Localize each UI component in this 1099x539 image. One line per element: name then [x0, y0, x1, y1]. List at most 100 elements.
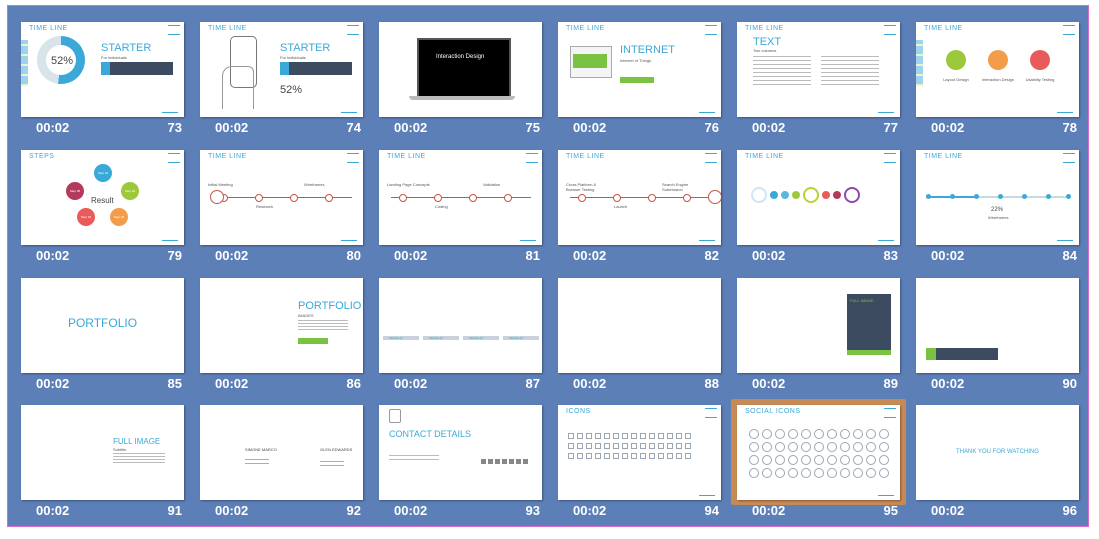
slide-thumbnail-88[interactable]: 00:02 88: [558, 278, 721, 394]
social-icon: [775, 429, 785, 439]
slide-thumbnail-96[interactable]: THANK YOU FOR WATCHING 00:02 96: [916, 405, 1079, 521]
slide-thumbnail-95[interactable]: SOCIAL ICONS 00:02 95: [731, 399, 906, 521]
slide-thumbnail-86[interactable]: PORTFOLIO IMAGES 00:02 86: [200, 278, 363, 394]
slide-header: TIME LINE: [566, 153, 605, 160]
social-square: [495, 459, 500, 464]
icon-glyph: [649, 443, 655, 449]
footer-line: [162, 112, 178, 113]
timeline-label: Initial Meeting: [208, 182, 233, 187]
icon-glyph: [577, 443, 583, 449]
progress-node: [998, 194, 1003, 199]
slide-canvas[interactable]: PORTFOLIO: [21, 278, 184, 373]
social-icon: [749, 429, 759, 439]
slide-canvas[interactable]: TIME LINE INTERNET Internet of Things: [558, 22, 721, 117]
color-strip: [21, 40, 28, 86]
slide-canvas[interactable]: FULL IMAGE Subtitle: [21, 405, 184, 500]
slide-thumbnail-76[interactable]: TIME LINE INTERNET Internet of Things 00:02…: [558, 22, 721, 138]
percent-label: 52%: [51, 55, 74, 67]
progress-node: [974, 194, 979, 199]
social-icon: [788, 442, 798, 452]
slide-thumbnail-94[interactable]: ICONS 00:02 94: [558, 405, 721, 521]
slide-sorter[interactable]: TIME LINE 52% STARTER For individuals 00:02 7…: [8, 6, 1088, 526]
slide-thumbnail-91[interactable]: FULL IMAGE Subtitle 00:02 91: [21, 405, 184, 521]
slide-timing: 00:02: [752, 503, 786, 518]
slide-canvas[interactable]: TIME LINE 52% STARTER For individuals: [21, 22, 184, 117]
slide-thumbnail-73[interactable]: TIME LINE 52% STARTER For individuals 00:02 7…: [21, 22, 184, 138]
contact-lines: [389, 455, 439, 463]
slide-canvas[interactable]: CONTACT DETAILS: [379, 405, 542, 500]
slide-canvas[interactable]: TIME LINE TEXT Two columns: [737, 22, 900, 117]
slide-thumbnail-74[interactable]: TIME LINE STARTER For individuals 52% 00:02 7…: [200, 22, 363, 138]
slide-number: 84: [1062, 248, 1077, 263]
slide-number: 93: [525, 503, 540, 518]
slide-canvas[interactable]: SIMONE MARCO GLEN EDWARDS: [200, 405, 363, 500]
slide-canvas[interactable]: PORTFOLIO IMAGES: [200, 278, 363, 373]
slide-canvas[interactable]: TIME LINE Cross Platform & Browser Testin…: [558, 150, 721, 245]
slide-thumbnail-78[interactable]: TIME LINE Layout Design Interaction Design…: [916, 22, 1079, 138]
slide-canvas[interactable]: THANK YOU FOR WATCHING: [916, 405, 1079, 500]
step-label: Step 01: [97, 171, 109, 175]
slide-thumbnail-87[interactable]: IMAGE 01 IMAGE 02 IMAGE 03 IMAGE 04 00:02 87: [379, 278, 542, 394]
icon-glyph: [568, 453, 574, 459]
slide-number: 87: [525, 376, 540, 391]
slide-canvas[interactable]: Interaction Design: [379, 22, 542, 117]
icon-glyph: [595, 453, 601, 459]
person-name-b: GLEN EDWARDS: [320, 447, 353, 452]
timeline-end-node: [708, 190, 721, 204]
slide-number: 75: [525, 120, 540, 135]
icon-glyph: [631, 443, 637, 449]
slide-thumbnail-82[interactable]: TIME LINE Cross Platform & Browser Testin…: [558, 150, 721, 266]
icon-glyph: [640, 443, 646, 449]
timeline-node: [399, 194, 407, 202]
slide-number: 74: [346, 120, 361, 135]
slide-canvas[interactable]: TIME LINE STARTER For individuals 52%: [200, 22, 363, 117]
slide-thumbnail-90[interactable]: 00:02 90: [916, 278, 1079, 394]
slide-thumbnail-84[interactable]: TIME LINE 22% Wireframes 00:02 84: [916, 150, 1079, 266]
slide-thumbnail-79[interactable]: STEPS Step 01 Step 02 Step 03 Step 04 Step 05…: [21, 150, 184, 266]
slide-canvas[interactable]: FULL IMAGE: [737, 278, 900, 373]
slide-thumbnail-85[interactable]: PORTFOLIO 00:02 85: [21, 278, 184, 394]
slide-canvas[interactable]: SOCIAL ICONS: [737, 405, 900, 500]
slide-timing: 00:02: [394, 503, 428, 518]
image-label: IMAGE 02: [429, 336, 443, 340]
slide-number: 94: [704, 503, 719, 518]
slide-timing: 00:02: [573, 248, 607, 263]
step-label: Step 05: [69, 189, 81, 193]
slide-header: TIME LINE: [387, 153, 426, 160]
slide-number: 80: [346, 248, 361, 263]
icon-glyph: [667, 453, 673, 459]
slide-thumbnail-92[interactable]: SIMONE MARCO GLEN EDWARDS 00:02 92: [200, 405, 363, 521]
slide-thumbnail-93[interactable]: CONTACT DETAILS 00:02 93: [379, 405, 542, 521]
slide-canvas[interactable]: TIME LINE Layout Design Interaction Design…: [916, 22, 1079, 117]
slide-header: ICONS: [566, 408, 591, 415]
slide-thumbnail-75[interactable]: Interaction Design 00:02 75: [379, 22, 542, 138]
social-icon: [775, 468, 785, 478]
info-box-accent: [101, 62, 110, 75]
header-decoration: [884, 408, 896, 418]
icon-glyph: [667, 443, 673, 449]
slide-canvas[interactable]: [916, 278, 1079, 373]
slide-canvas[interactable]: TIME LINE Landing Page Concepts Coding Vali…: [379, 150, 542, 245]
slide-thumbnail-80[interactable]: TIME LINE Initial Meeting Research Wirefram…: [200, 150, 363, 266]
slide-subtitle: Two columns: [753, 48, 777, 53]
social-icon: [801, 468, 811, 478]
slide-canvas[interactable]: TIME LINE: [737, 150, 900, 245]
icon-glyph: [658, 433, 664, 439]
slide-canvas[interactable]: IMAGE 01 IMAGE 02 IMAGE 03 IMAGE 04: [379, 278, 542, 373]
social-icon: [788, 429, 798, 439]
slide-canvas[interactable]: TIME LINE 22% Wireframes: [916, 150, 1079, 245]
icon-glyph: [568, 443, 574, 449]
slide-thumbnail-77[interactable]: TIME LINE TEXT Two columns 00:02 77: [737, 22, 900, 138]
slide-canvas[interactable]: ICONS: [558, 405, 721, 500]
bubble: [792, 191, 800, 199]
header-decoration: [526, 153, 538, 163]
social-icon: [827, 455, 837, 465]
footer-line: [878, 240, 894, 241]
slide-canvas[interactable]: [558, 278, 721, 373]
slide-canvas[interactable]: TIME LINE Initial Meeting Research Wirefram…: [200, 150, 363, 245]
slide-thumbnail-83[interactable]: TIME LINE 00:02 83: [737, 150, 900, 266]
slide-thumbnail-81[interactable]: TIME LINE Landing Page Concepts Coding Vali…: [379, 150, 542, 266]
timeline-node: [683, 194, 691, 202]
slide-thumbnail-89[interactable]: FULL IMAGE 00:02 89: [737, 278, 900, 394]
slide-canvas[interactable]: STEPS Step 01 Step 02 Step 03 Step 04 Step 05…: [21, 150, 184, 245]
